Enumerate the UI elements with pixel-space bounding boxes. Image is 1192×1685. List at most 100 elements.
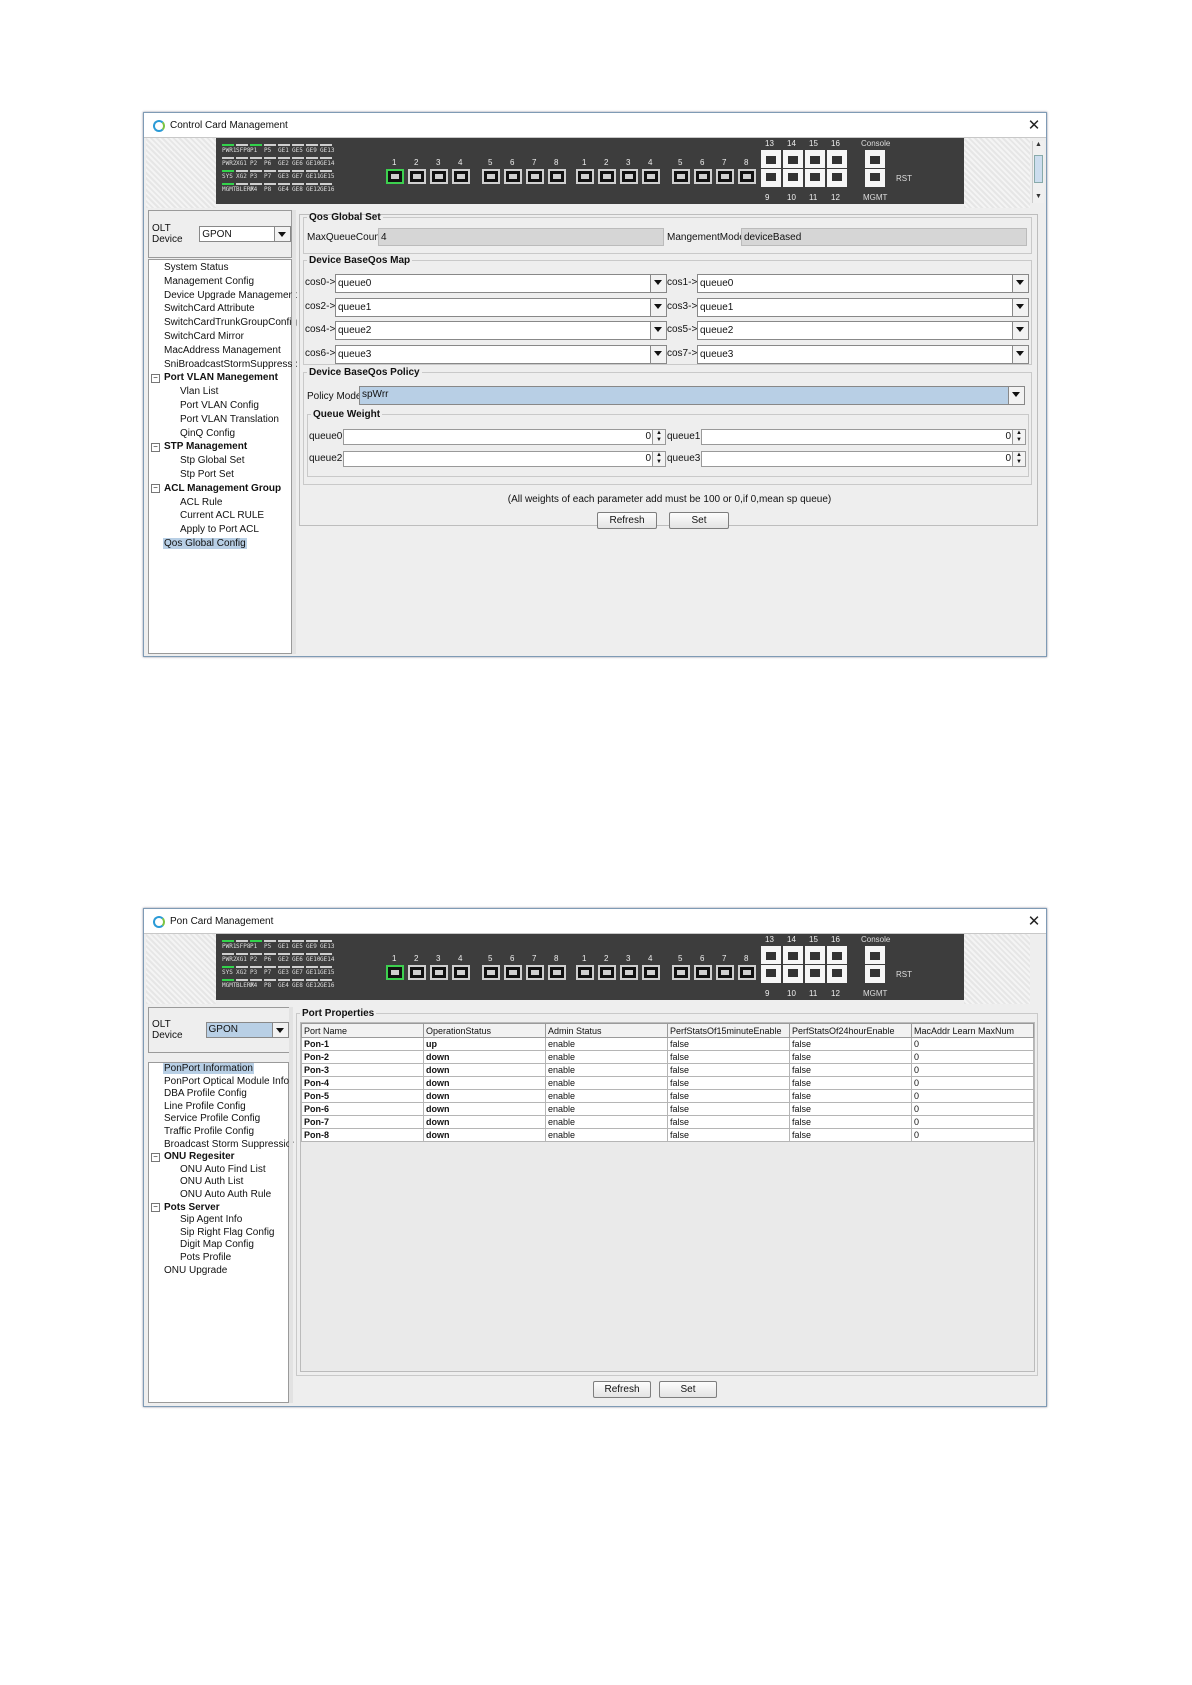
ge-port-icon[interactable] xyxy=(642,965,660,980)
chevron-down-icon[interactable] xyxy=(650,322,666,339)
rj45-port-icon[interactable] xyxy=(783,150,803,168)
ge-port-icon[interactable] xyxy=(716,169,734,184)
tree-item[interactable]: PonPort Information xyxy=(149,1063,298,1076)
refresh-button[interactable]: Refresh xyxy=(597,512,657,529)
pon-port-icon[interactable] xyxy=(386,169,404,184)
tree-item[interactable]: Management Config xyxy=(149,275,301,289)
tree-item[interactable]: MacAddress Management xyxy=(149,344,301,358)
chevron-down-icon[interactable] xyxy=(650,298,666,316)
close-icon[interactable]: ✕ xyxy=(1022,116,1046,134)
tree-item[interactable]: SniBroadcastStormSuppressio xyxy=(149,358,301,372)
console-port-icon[interactable] xyxy=(865,150,885,168)
table-row[interactable]: Pon-3 down enable false false 0 xyxy=(301,1063,1034,1077)
set-button[interactable]: Set xyxy=(659,1381,717,1398)
tree-item[interactable]: − ACL Management Group xyxy=(149,482,301,496)
pon-port-icon[interactable] xyxy=(482,169,500,184)
pon-port-icon[interactable] xyxy=(504,965,522,980)
pon-port-icon[interactable] xyxy=(452,169,470,184)
pon-port-icon[interactable] xyxy=(526,169,544,184)
ge-port-icon[interactable] xyxy=(598,169,616,184)
tree-item[interactable]: Device Upgrade Management xyxy=(149,289,301,303)
spinner-arrows-icon[interactable]: ▲ ▼ xyxy=(1012,452,1025,466)
collapse-icon[interactable]: − xyxy=(151,1203,160,1213)
olt-device-select[interactable]: GPON xyxy=(205,1022,289,1038)
tree-item[interactable]: Qos Global Config xyxy=(149,537,301,551)
chevron-down-icon[interactable] xyxy=(1012,345,1028,363)
pon-port-icon[interactable] xyxy=(504,169,522,184)
column-header[interactable]: MacAddr Learn MaxNum xyxy=(911,1023,1034,1038)
table-row[interactable]: Pon-5 down enable false false 0 xyxy=(301,1089,1034,1103)
ge-port-icon[interactable] xyxy=(694,169,712,184)
table-row[interactable]: Pon-1 up enable false false 0 xyxy=(301,1037,1034,1051)
tree-item[interactable]: − STP Management xyxy=(149,440,301,454)
tree-item[interactable]: ONU Upgrade xyxy=(149,1265,298,1278)
console-port-icon[interactable] xyxy=(865,946,885,964)
tree-item[interactable]: Vlan List xyxy=(149,385,301,399)
tree-item[interactable]: Digit Map Config xyxy=(149,1239,298,1252)
chevron-down-icon[interactable] xyxy=(650,275,666,292)
cos-queue-select[interactable]: queue0 xyxy=(335,274,667,293)
cos-queue-select[interactable]: queue2 xyxy=(335,321,667,340)
tree-item[interactable]: QinQ Config xyxy=(149,427,301,441)
rj45-port-icon[interactable] xyxy=(783,965,803,983)
chevron-down-icon[interactable] xyxy=(650,345,666,363)
tree-item[interactable]: − Pots Server xyxy=(149,1202,298,1215)
tree-item[interactable]: DBA Profile Config xyxy=(149,1088,298,1101)
splitter[interactable] xyxy=(292,210,296,654)
policy-mode-select[interactable]: spWrr xyxy=(359,386,1025,405)
ge-port-icon[interactable] xyxy=(738,965,756,980)
tree-item[interactable]: Current ACL RULE xyxy=(149,509,301,523)
olt-device-select[interactable]: GPON xyxy=(199,226,291,242)
pon-port-icon[interactable] xyxy=(526,965,544,980)
table-row[interactable]: Pon-6 down enable false false 0 xyxy=(301,1102,1034,1116)
scroll-down-icon[interactable]: ▼ xyxy=(1033,193,1044,203)
tree-item[interactable]: − ONU Regesiter xyxy=(149,1151,298,1164)
table-row[interactable]: Pon-8 down enable false false 0 xyxy=(301,1128,1034,1142)
rj45-port-icon[interactable] xyxy=(827,150,847,168)
rj45-port-icon[interactable] xyxy=(805,946,825,964)
tree-item[interactable]: Stp Port Set xyxy=(149,468,301,482)
ge-port-icon[interactable] xyxy=(716,965,734,980)
tree-item[interactable]: Sip Agent Info xyxy=(149,1214,298,1227)
splitter[interactable] xyxy=(289,1007,293,1403)
cos-queue-select[interactable]: queue3 xyxy=(335,344,667,364)
ge-port-icon[interactable] xyxy=(672,965,690,980)
tree-item[interactable]: Line Profile Config xyxy=(149,1101,298,1114)
chevron-down-icon[interactable] xyxy=(1012,322,1028,339)
collapse-icon[interactable]: − xyxy=(151,1152,160,1162)
tree-item[interactable]: Pots Profile xyxy=(149,1252,298,1265)
column-header[interactable]: Admin Status xyxy=(545,1023,668,1038)
cos-queue-select[interactable]: queue3 xyxy=(697,344,1029,364)
chevron-down-icon[interactable] xyxy=(274,227,290,241)
pon-port-icon[interactable] xyxy=(430,965,448,980)
tree-item[interactable]: Stp Global Set xyxy=(149,454,301,468)
tree-item[interactable]: ONU Auth List xyxy=(149,1176,298,1189)
pon-port-icon[interactable] xyxy=(452,965,470,980)
ge-port-icon[interactable] xyxy=(672,169,690,184)
queue-weight-spinner[interactable]: 0 ▲ ▼ xyxy=(701,451,1026,467)
spinner-arrows-icon[interactable]: ▲ ▼ xyxy=(652,430,665,444)
tree-item[interactable]: Broadcast Storm Suppression xyxy=(149,1139,298,1152)
column-header[interactable]: Port Name xyxy=(301,1023,424,1038)
scroll-thumb[interactable] xyxy=(1034,155,1043,183)
tree-item[interactable]: SwitchCard Attribute xyxy=(149,302,301,316)
rj45-port-icon[interactable] xyxy=(761,946,781,964)
ge-port-icon[interactable] xyxy=(576,965,594,980)
queue-weight-spinner[interactable]: 0 ▲ ▼ xyxy=(343,429,666,445)
tree-item[interactable]: Apply to Port ACL xyxy=(149,523,301,537)
pon-port-icon[interactable] xyxy=(386,965,404,980)
rj45-port-icon[interactable] xyxy=(783,946,803,964)
queue-weight-spinner[interactable]: 0 ▲ ▼ xyxy=(343,451,666,467)
tree-item[interactable]: ONU Auto Auth Rule xyxy=(149,1189,298,1202)
tree-item[interactable]: Port VLAN Translation xyxy=(149,413,301,427)
rj45-port-icon[interactable] xyxy=(761,169,781,187)
rj45-port-icon[interactable] xyxy=(761,150,781,168)
tree-item[interactable]: SwitchCardTrunkGroupConfig xyxy=(149,316,301,330)
device-panel-scrollbar[interactable]: ▲ ▼ xyxy=(1032,141,1044,203)
mgmt-port-icon[interactable] xyxy=(865,965,885,983)
ge-port-icon[interactable] xyxy=(598,965,616,980)
tree-item[interactable]: ONU Auto Find List xyxy=(149,1164,298,1177)
pon-port-icon[interactable] xyxy=(482,965,500,980)
column-header[interactable]: PerfStatsOf15minuteEnable xyxy=(667,1023,790,1038)
tree-item[interactable]: Service Profile Config xyxy=(149,1113,298,1126)
